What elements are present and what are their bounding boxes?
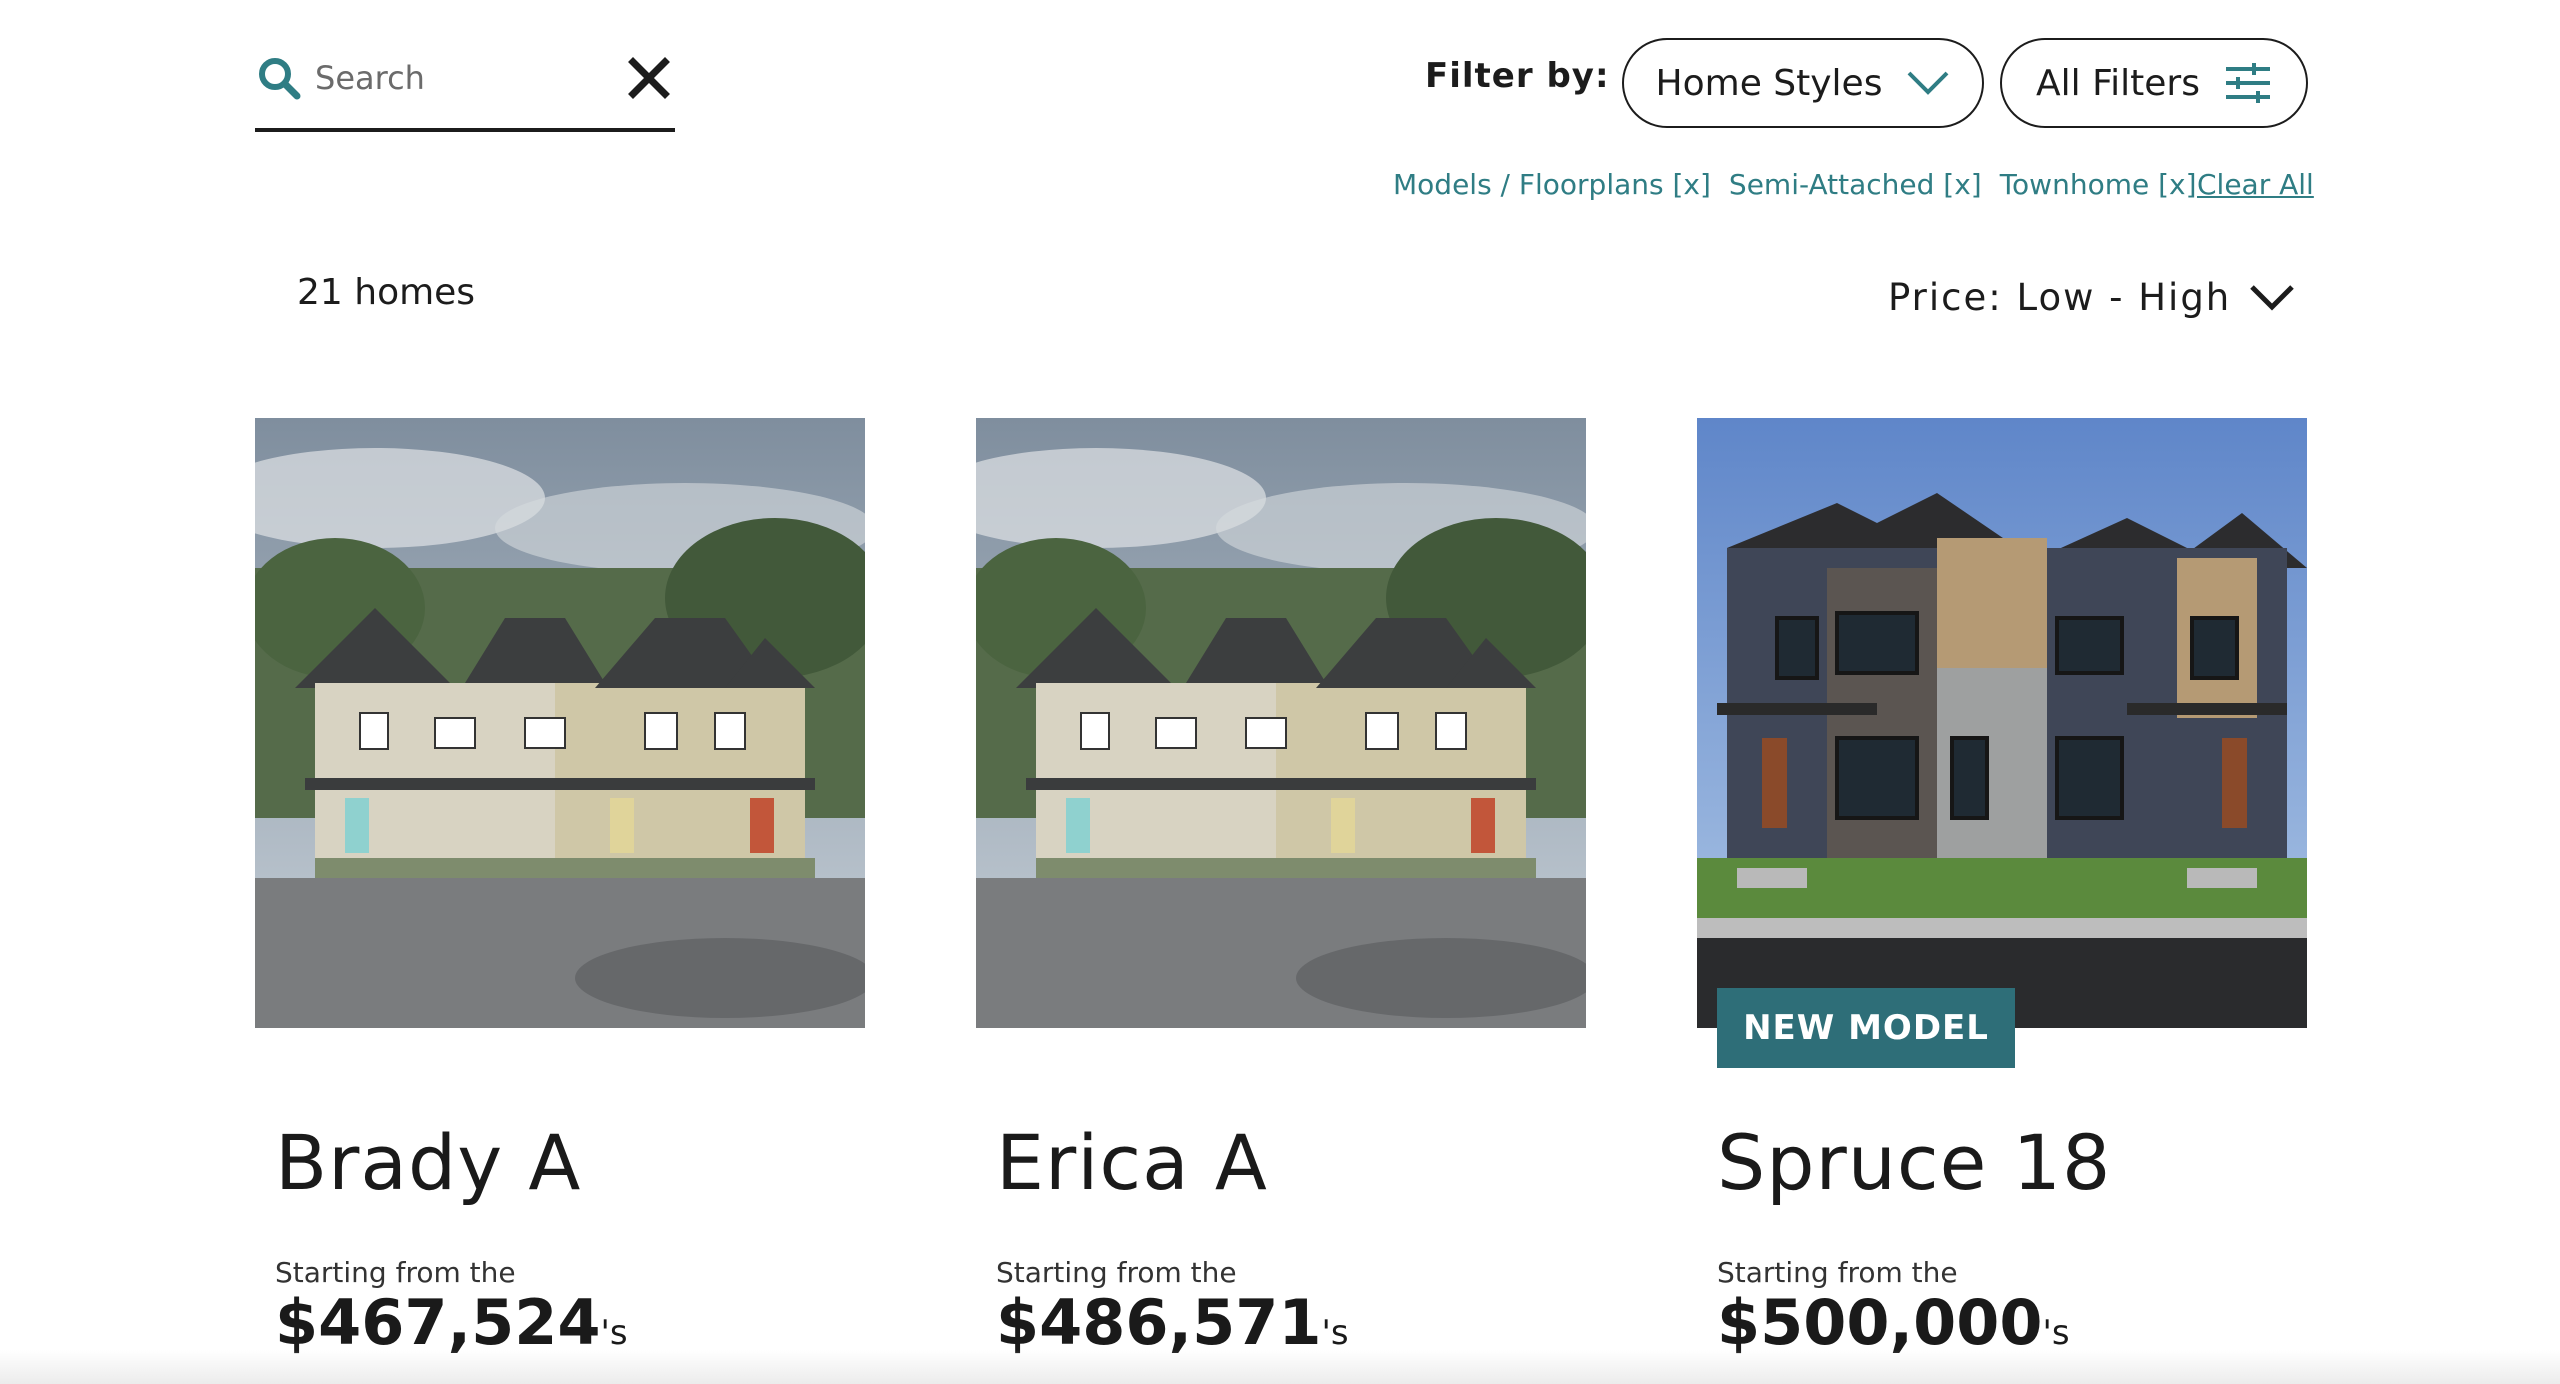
home-price: $467,524's [275, 1286, 628, 1359]
home-card[interactable]: Brady A Starting from the $467,524's [255, 418, 865, 1359]
price-value: $486,571 [996, 1286, 1322, 1359]
home-price: $500,000's [1717, 1286, 2070, 1359]
sort-dropdown[interactable]: Price: Low - High [1888, 276, 2295, 319]
home-name[interactable]: Spruce 18 [1717, 1118, 2111, 1207]
search-icon [259, 58, 301, 100]
price-prefix: Starting from the [996, 1256, 1237, 1289]
active-filter-chips: Models / Floorplans [x] Semi-Attached [x… [1393, 168, 2197, 201]
price-suffix: 's [2042, 1313, 2070, 1353]
home-image[interactable] [976, 418, 1586, 1028]
home-name[interactable]: Erica A [996, 1118, 1268, 1207]
price-value: $467,524 [275, 1286, 601, 1359]
home-image[interactable] [1697, 418, 2307, 1028]
home-styles-label: Home Styles [1655, 62, 1883, 104]
price-suffix: 's [600, 1313, 628, 1353]
results-count: 21 homes [297, 272, 476, 313]
all-filters-label: All Filters [2036, 62, 2200, 104]
home-styles-dropdown[interactable]: Home Styles [1622, 38, 1984, 128]
home-name[interactable]: Brady A [275, 1118, 581, 1207]
home-price: $486,571's [996, 1286, 1349, 1359]
sliders-icon [2226, 63, 2270, 103]
close-icon[interactable] [627, 56, 671, 100]
search-input[interactable] [315, 56, 575, 100]
price-prefix: Starting from the [275, 1256, 516, 1289]
price-suffix: 's [1321, 1313, 1349, 1353]
sort-label: Price: Low - High [1888, 276, 2232, 319]
chevron-down-icon [2250, 284, 2295, 311]
price-prefix: Starting from the [1717, 1256, 1958, 1289]
home-card[interactable]: NEW MODEL Spruce 18 Starting from the $5… [1697, 418, 2307, 1359]
filter-chip-townhome[interactable]: Townhome [x] [2000, 168, 2197, 201]
chevron-down-icon [1908, 71, 1949, 95]
price-value: $500,000 [1717, 1286, 2043, 1359]
filter-by-label: Filter by: [1425, 56, 1610, 96]
window-bottom-edge [0, 1350, 2560, 1384]
new-model-badge: NEW MODEL [1717, 988, 2015, 1068]
filter-chip-semi-attached[interactable]: Semi-Attached [x] [1729, 168, 1982, 201]
clear-all-link[interactable]: Clear All [2197, 168, 2314, 201]
home-card[interactable]: Erica A Starting from the $486,571's [976, 418, 1586, 1359]
all-filters-button[interactable]: All Filters [2000, 38, 2308, 128]
filter-chip-models-floorplans[interactable]: Models / Floorplans [x] [1393, 168, 1711, 201]
home-image[interactable] [255, 418, 865, 1028]
search-bar [255, 48, 675, 132]
